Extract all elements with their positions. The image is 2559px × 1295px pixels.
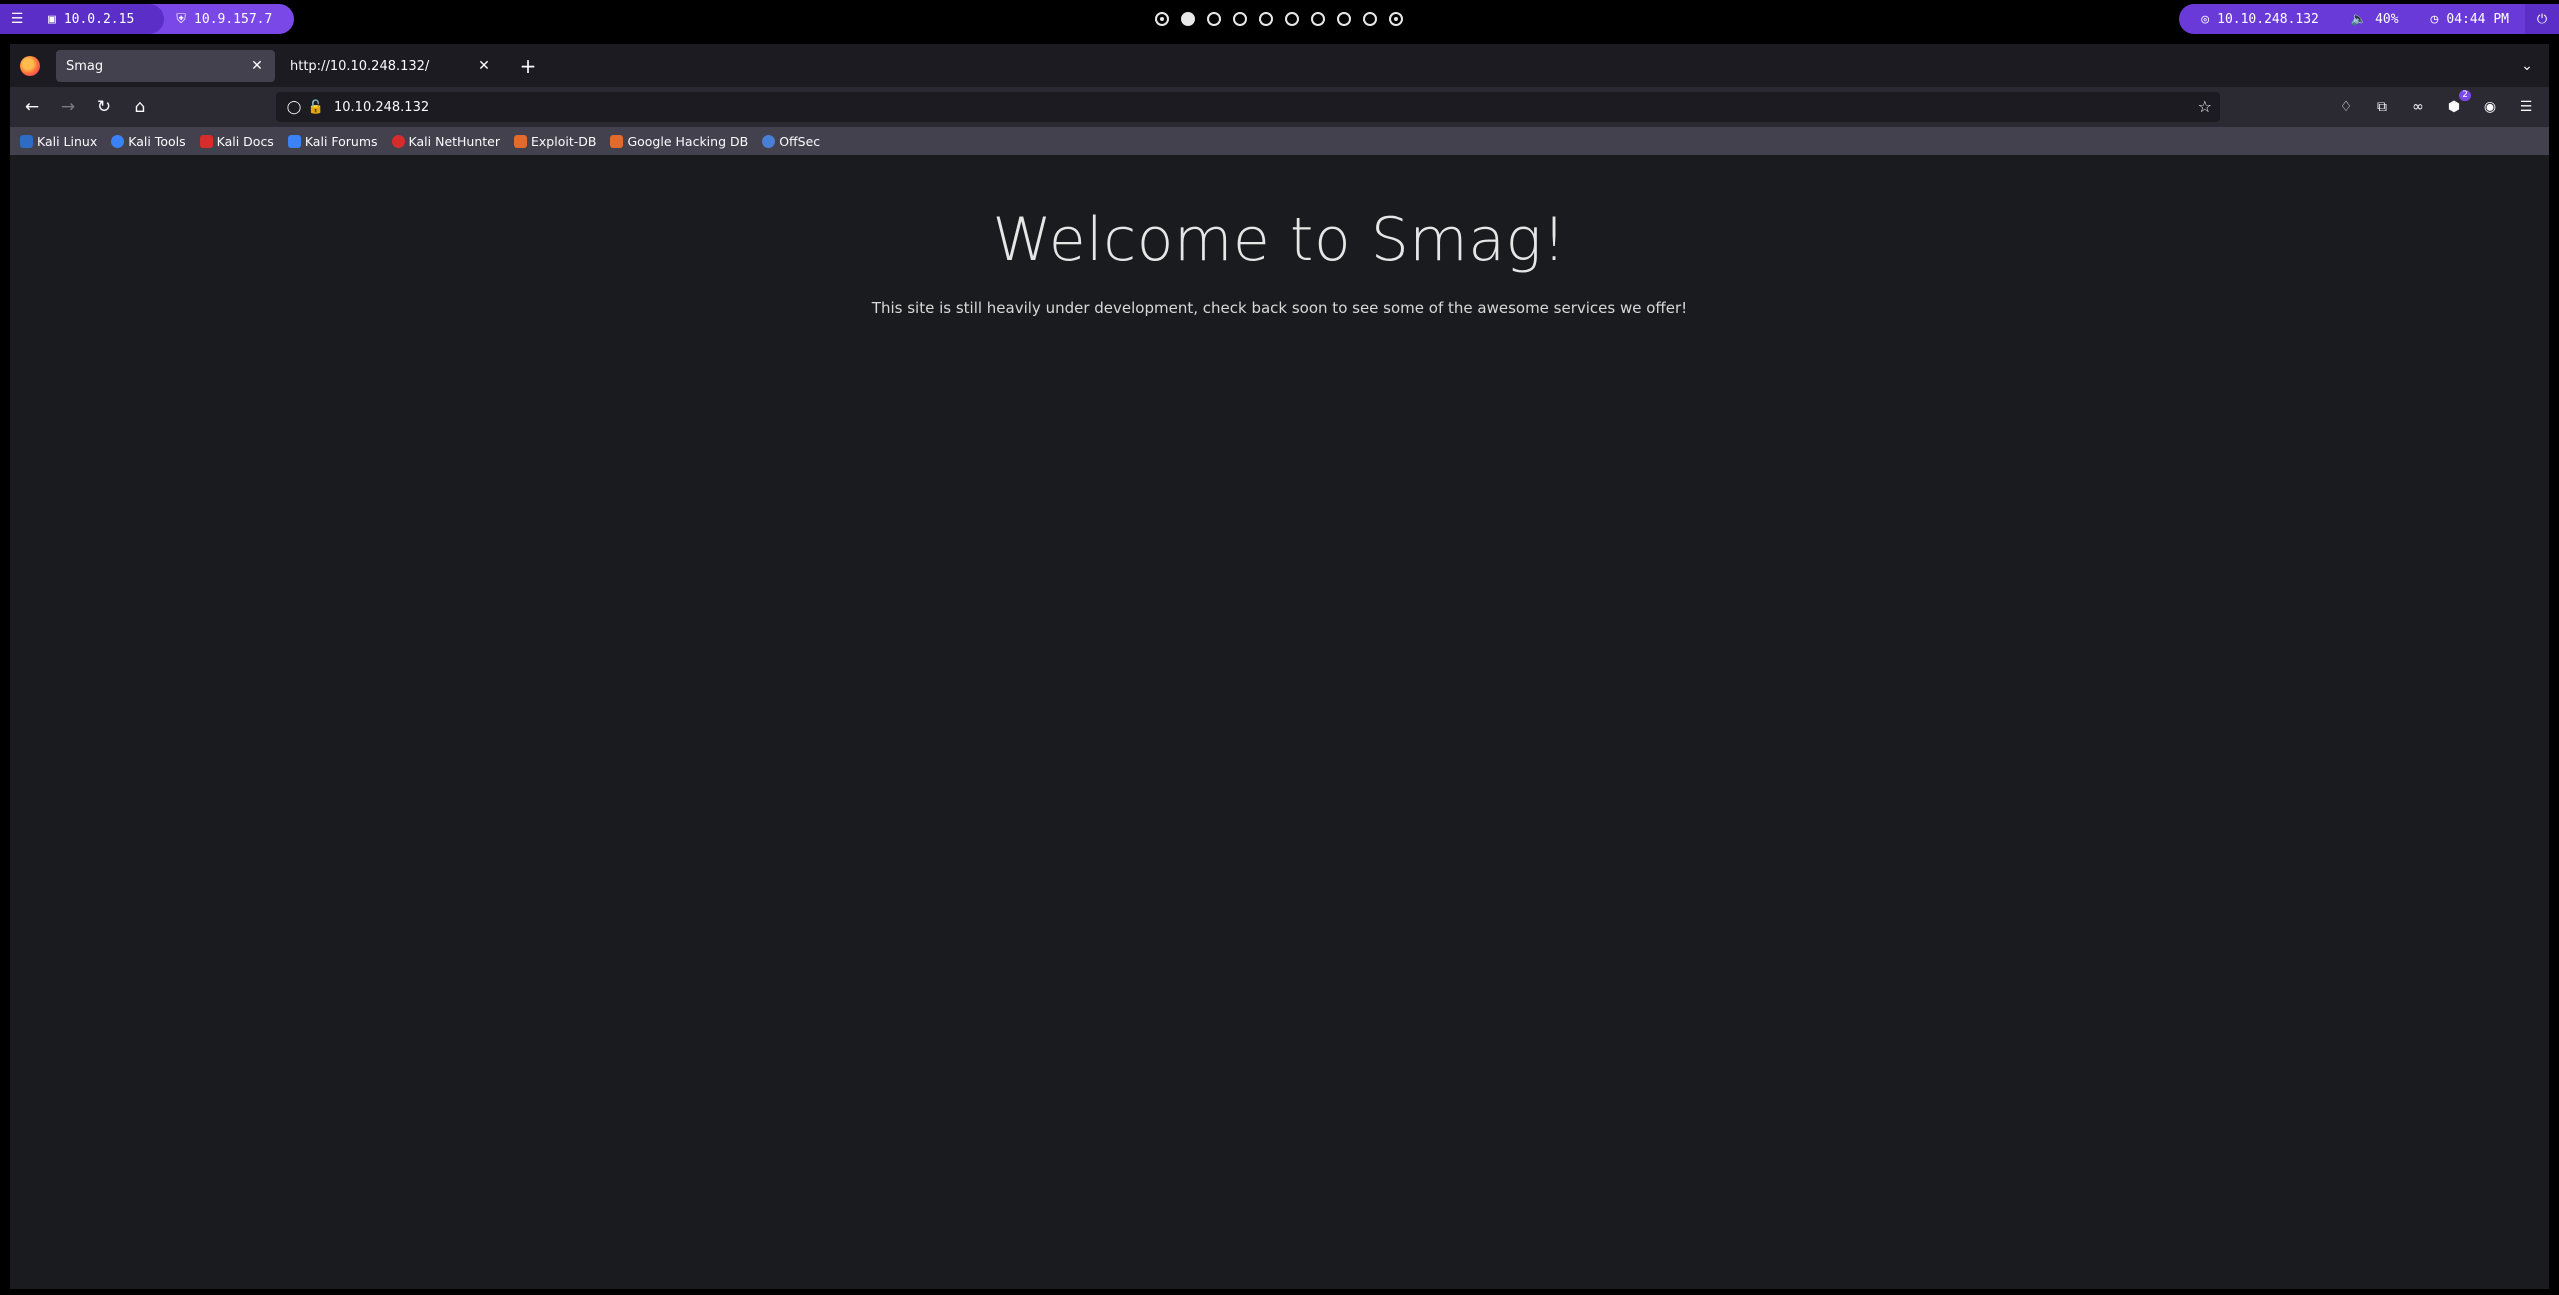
navigation-toolbar: ← → ↻ ⌂ ◯ 🔓 10.10.248.132 ☆ ♢ ⧉ ∞ ⬢ 2 ◉ ☰ xyxy=(10,87,2549,127)
tab-label: Smag xyxy=(66,58,104,74)
target-ip-label: 10.10.248.132 xyxy=(2217,11,2319,27)
workspace-9[interactable] xyxy=(1363,12,1377,26)
bookmark-exploit-db[interactable]: Exploit-DB xyxy=(514,134,596,149)
target-icon: ◎ xyxy=(2201,11,2210,27)
system-bar-left: ☰ ▣ 10.0.2.15 ⛨ 10.9.157.7 xyxy=(0,4,295,34)
browser-window: Smag ✕ http://10.10.248.132/ ✕ + ⌄ ← → ↻… xyxy=(10,44,2549,1289)
workspace-6[interactable] xyxy=(1285,12,1299,26)
extensions-icon[interactable]: ⧉ xyxy=(2371,96,2393,118)
bookmark-label: Kali Tools xyxy=(128,133,186,149)
tab-url[interactable]: http://10.10.248.132/ ✕ xyxy=(280,50,502,82)
shield-icon: ⛨ xyxy=(176,11,187,27)
volume-label: 40% xyxy=(2375,11,2399,27)
tab-strip: Smag ✕ http://10.10.248.132/ ✕ + ⌄ xyxy=(10,44,2549,87)
hamburger-menu-icon[interactable]: ☰ xyxy=(2515,96,2537,118)
bookmark-label: Kali NetHunter xyxy=(408,133,501,149)
url-bar[interactable]: ◯ 🔓 10.10.248.132 ☆ xyxy=(276,92,2220,122)
exploit-db-icon xyxy=(514,134,528,148)
workspace-10[interactable] xyxy=(1389,12,1403,26)
local-ip-label: 10.0.2.15 xyxy=(63,11,135,27)
new-tab-button[interactable]: + xyxy=(514,52,542,80)
back-button[interactable]: ← xyxy=(20,95,44,119)
workspace-1[interactable] xyxy=(1155,12,1169,26)
workspace-2[interactable] xyxy=(1181,12,1195,26)
bookmark-kali-forums[interactable]: Kali Forums xyxy=(287,133,378,149)
forward-button[interactable]: → xyxy=(56,95,80,119)
chevron-down-icon[interactable]: ⌄ xyxy=(2515,54,2539,78)
profile-icon[interactable]: ◉ xyxy=(2479,96,2501,118)
power-icon[interactable]: ⏻ xyxy=(2525,4,2559,34)
monitor-icon: ▣ xyxy=(48,11,56,27)
tracking-protection-icon[interactable]: ◯ xyxy=(284,100,304,115)
workspace-8[interactable] xyxy=(1337,12,1351,26)
bookmark-kali-linux[interactable]: Kali Linux xyxy=(20,134,97,149)
bookmark-kali-tools[interactable]: Kali Tools xyxy=(111,133,186,149)
clock-label: 04:44 PM xyxy=(2446,11,2509,27)
bookmarks-toolbar: Kali Linux Kali Tools Kali Docs Kali For… xyxy=(10,127,2549,155)
system-bar-right: ◎ 10.10.248.132 🔈 40% ◷ 04:44 PM ⏻ xyxy=(2179,4,2559,34)
lock-icon[interactable]: 🔓 xyxy=(306,100,326,115)
home-button[interactable]: ⌂ xyxy=(128,95,152,119)
close-tab-icon[interactable]: ✕ xyxy=(476,58,492,74)
vpn-ip-widget[interactable]: ⛨ 10.9.157.7 xyxy=(148,4,295,34)
clock-widget[interactable]: ◷ 04:44 PM xyxy=(2414,4,2525,34)
bookmark-google-hacking-db[interactable]: Google Hacking DB xyxy=(610,134,748,149)
speaker-icon: 🔈 xyxy=(2350,11,2368,27)
bookmark-kali-docs[interactable]: Kali Docs xyxy=(199,133,274,149)
bookmark-kali-nethunter[interactable]: Kali NetHunter xyxy=(391,133,501,149)
volume-widget[interactable]: 🔈 40% xyxy=(2334,4,2415,34)
page-title: Welcome to Smag! xyxy=(992,205,1567,275)
close-tab-icon[interactable]: ✕ xyxy=(249,58,265,74)
pocket-icon[interactable]: ♢ xyxy=(2335,96,2357,118)
tab-label: http://10.10.248.132/ xyxy=(290,58,430,74)
kali-tools-icon xyxy=(111,134,125,148)
bookmark-label: Kali Forums xyxy=(304,133,378,149)
tab-smag[interactable]: Smag ✕ xyxy=(56,50,275,82)
google-hacking-db-icon xyxy=(610,134,624,148)
workspace-switcher xyxy=(1155,10,1403,28)
workspace-4[interactable] xyxy=(1233,12,1247,26)
clock-icon: ◷ xyxy=(2430,11,2439,27)
url-text[interactable]: 10.10.248.132 xyxy=(334,100,429,115)
extension-shield-icon[interactable]: ⬢ 2 xyxy=(2443,90,2471,118)
firefox-icon[interactable] xyxy=(20,56,40,76)
bookmark-star-icon[interactable]: ☆ xyxy=(2198,97,2212,116)
bookmark-label: Kali Docs xyxy=(216,133,274,149)
vpn-ip-label: 10.9.157.7 xyxy=(194,11,273,27)
bookmark-offsec[interactable]: OffSec xyxy=(762,134,820,149)
extension-badge: 2 xyxy=(2459,90,2471,101)
target-ip-widget[interactable]: ◎ 10.10.248.132 xyxy=(2179,4,2335,34)
reload-button[interactable]: ↻ xyxy=(92,95,116,119)
app-menu-icon[interactable]: ☰ xyxy=(0,4,34,34)
page-description: This site is still heavily under develop… xyxy=(871,299,1688,317)
kali-linux-icon xyxy=(20,134,33,148)
offsec-icon xyxy=(762,134,776,148)
workspace-3[interactable] xyxy=(1207,12,1221,26)
bookmark-label: Kali Linux xyxy=(37,133,98,149)
system-top-bar: ☰ ▣ 10.0.2.15 ⛨ 10.9.157.7 ◎ 10.10.248.1… xyxy=(0,0,2559,38)
bookmark-label: Exploit-DB xyxy=(531,133,597,149)
bookmark-label: OffSec xyxy=(779,133,821,149)
workspace-7[interactable] xyxy=(1311,12,1325,26)
page-content: Welcome to Smag! This site is still heav… xyxy=(10,155,2549,1289)
workspace-5[interactable] xyxy=(1259,12,1273,26)
bookmark-label: Google Hacking DB xyxy=(627,133,749,149)
local-ip-widget[interactable]: ▣ 10.0.2.15 xyxy=(34,4,165,34)
kali-forums-icon xyxy=(287,134,301,148)
kali-docs-icon xyxy=(199,134,213,148)
foxyproxy-icon[interactable]: ∞ xyxy=(2407,96,2429,118)
kali-nethunter-icon xyxy=(391,134,405,148)
